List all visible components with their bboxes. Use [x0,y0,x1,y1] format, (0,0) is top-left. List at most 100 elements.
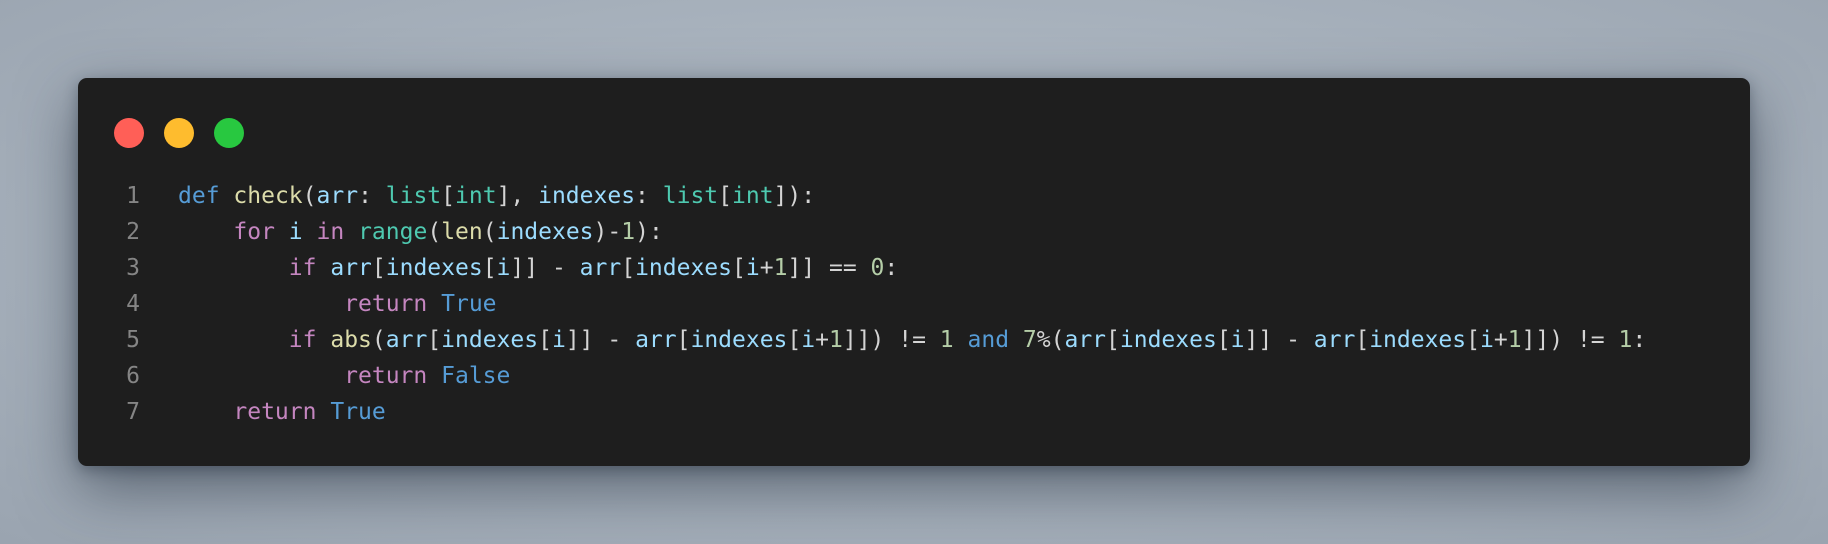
code-token: abs [330,327,372,353]
code-token: ): [635,219,663,245]
code-token: [ [732,255,746,281]
code-token: ]] - [565,327,636,353]
minimize-button[interactable] [164,118,194,148]
code-token: ]] - [1244,327,1314,353]
code-token: [ [1106,327,1120,353]
code-text: if abs(arr[indexes[i]] - arr[indexes[i+1… [178,322,1646,358]
code-token: [ [1355,327,1370,353]
code-token: list [385,183,442,209]
code-token: i [551,327,566,353]
code-token: def [178,183,220,209]
code-token: arr [1064,327,1107,353]
code-token: [ [787,327,802,353]
code-token: indexes [1369,327,1467,353]
code-token: [ [676,327,691,353]
code-token: arr [385,327,428,353]
code-token: indexes [538,183,636,209]
code-token: i [1479,327,1494,353]
code-token: indexes [1119,327,1217,353]
code-line: 6 return False [78,358,1750,394]
code-token: i [496,255,511,281]
code-token: False [441,363,511,389]
line-number: 3 [126,255,140,281]
code-token: and [967,327,1010,353]
code-window: 1 def check(arr: list[int], indexes: list… [78,78,1750,466]
code-token: ], [496,183,539,209]
code-token: arr [330,255,372,281]
code-token: int [455,183,497,209]
code-token: True [330,399,386,425]
code-token: ]] == [787,255,871,281]
zoom-button[interactable] [214,118,244,148]
code-line: 3 if arr[indexes[i]] - arr[indexes[i+1]]… [78,250,1750,286]
line-number: 4 [126,291,140,317]
line-number: 1 [126,183,140,209]
code-token: : [1632,327,1647,353]
code-token: 1 [773,255,788,281]
code-token: [ [1216,327,1231,353]
code-token: indexes [690,327,788,353]
code-line: 5 if abs(arr[indexes[i]] - arr[indexes[i… [78,322,1750,358]
code-token: 1 [1507,327,1522,353]
code-token: )- [593,219,622,245]
code-token: ]] - [510,255,580,281]
code-token: if [288,327,317,353]
code-text: if arr[indexes[i]] - arr[indexes[i+1]] =… [178,250,898,286]
line-number: 2 [126,219,140,245]
code-line: 2 for i in range(len(indexes)-1): [78,214,1750,250]
code-token: : [358,183,386,209]
code-token: [ [538,327,552,353]
code-token: %( [1036,327,1065,353]
code-token: range [358,219,428,245]
close-button[interactable] [114,118,144,148]
code-line: 4 return True [78,286,1750,322]
code-token: in [316,219,345,245]
code-token: [ [441,183,456,209]
code-token: indexes [441,327,539,353]
code-token: True [441,291,497,317]
code-token: i [288,219,303,245]
code-token: arr [579,255,622,281]
code-token: [ [371,255,386,281]
code-token: 1 [828,327,843,353]
code-token: ( [482,219,497,245]
code-token: 1 [939,327,954,353]
code-token: for [233,219,275,245]
line-number: 6 [126,363,140,389]
code-token: ( [427,219,442,245]
code-token: if [288,255,317,281]
code-text: return False [178,358,510,394]
code-token: i [1230,327,1245,353]
code-token: [ [1466,327,1480,353]
code-token: ]]) != [842,327,940,353]
code-token: ]]) != [1521,327,1619,353]
code-token: ( [371,327,386,353]
code-token: 7 [1022,327,1037,353]
code-block: 1 def check(arr: list[int], indexes: list… [78,178,1750,430]
code-line: 1 def check(arr: list[int], indexes: list… [78,178,1750,214]
code-token: i [745,255,760,281]
code-token: [ [427,327,442,353]
code-token: [ [621,255,636,281]
code-token: indexes [635,255,732,281]
code-token: i [801,327,816,353]
code-line: 7 return True [78,394,1750,430]
code-token: ( [302,183,317,209]
code-token: list [662,183,719,209]
code-token: check [233,183,303,209]
code-token: int [732,183,774,209]
code-token: + [1493,327,1508,353]
